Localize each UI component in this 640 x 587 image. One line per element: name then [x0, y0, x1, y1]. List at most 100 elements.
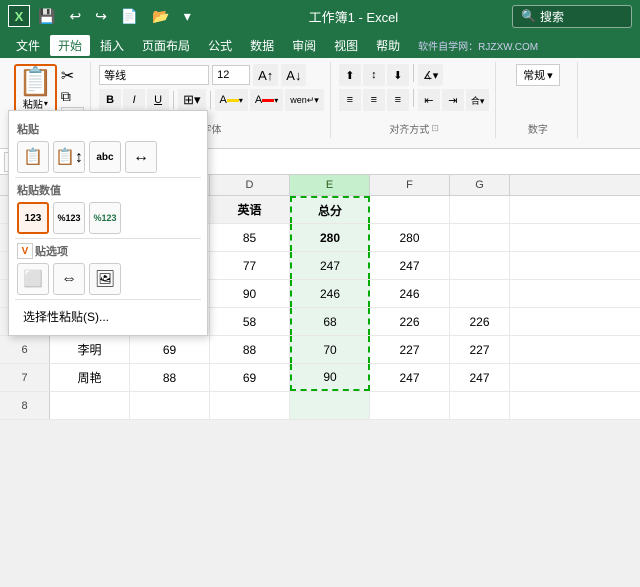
indent-increase-btn[interactable]: ⇥ — [442, 89, 464, 111]
copy-icon[interactable]: ⧉ — [61, 88, 84, 105]
cell-g8[interactable] — [450, 392, 510, 419]
cell-f4[interactable]: 246 — [370, 280, 450, 307]
toolbar-icon2[interactable]: 📂 — [148, 6, 173, 27]
menu-data[interactable]: 数据 — [242, 35, 282, 56]
fill-color-btn[interactable]: A ▾ — [215, 89, 248, 111]
menu-home[interactable]: 开始 — [50, 35, 90, 56]
paste-opt-2[interactable]: 📋↕ — [53, 141, 85, 173]
cell-g4[interactable] — [450, 280, 510, 307]
paste-big-icon[interactable]: 📋 — [18, 68, 53, 96]
paste-opt-no-border[interactable]: ⬜ — [17, 263, 49, 295]
cell-c8[interactable] — [130, 392, 210, 419]
paste-opt-3[interactable]: abc — [89, 141, 121, 173]
menu-help[interactable]: 帮助 — [368, 35, 408, 56]
cell-b8[interactable] — [50, 392, 130, 419]
paste-opt-transpose[interactable]: 🖼 — [89, 263, 121, 295]
col-header-e[interactable]: E — [290, 175, 370, 195]
cell-d6[interactable]: 88 — [210, 336, 290, 363]
cell-g7[interactable]: 247 — [450, 364, 510, 391]
font-selector[interactable] — [99, 65, 209, 85]
align-top-btn[interactable]: ⬆ — [339, 64, 361, 86]
align-right-btn[interactable]: ≡ — [387, 89, 409, 111]
paste-opt-col-width[interactable]: ⇔ — [53, 263, 85, 295]
cell-e3[interactable]: 247 — [290, 252, 370, 279]
border-btn[interactable]: ⊞▾ — [178, 89, 205, 111]
cell-g3[interactable] — [450, 252, 510, 279]
menu-website: 软件自学网：RJZXW.COM — [410, 36, 546, 55]
col-header-f[interactable]: F — [370, 175, 450, 195]
font-color-btn[interactable]: A ▾ — [250, 89, 283, 111]
cell-f2[interactable]: 280 — [370, 224, 450, 251]
underline-btn[interactable]: U — [147, 89, 169, 111]
redo-icon[interactable]: ↪ — [91, 6, 111, 27]
cell-e8[interactable] — [290, 392, 370, 419]
wrap-text-btn[interactable]: wen↵▾ — [285, 89, 324, 111]
cell-f8[interactable] — [370, 392, 450, 419]
search-placeholder: 搜索 — [540, 8, 564, 25]
menu-formula[interactable]: 公式 — [200, 35, 240, 56]
italic-btn[interactable]: I — [123, 89, 145, 111]
decrease-font-btn[interactable]: A↓ — [281, 64, 306, 86]
align-launcher-icon[interactable]: ⊡ — [431, 123, 439, 134]
cell-c6[interactable]: 69 — [130, 336, 210, 363]
cell-g6[interactable]: 227 — [450, 336, 510, 363]
cell-d3[interactable]: 77 — [210, 252, 290, 279]
indent-decrease-btn[interactable]: ⇤ — [418, 89, 440, 111]
align-left-btn[interactable]: ≡ — [339, 89, 361, 111]
font-size-selector[interactable] — [212, 65, 250, 85]
cell-c7[interactable]: 88 — [130, 364, 210, 391]
menu-page-layout[interactable]: 页面布局 — [134, 35, 198, 56]
increase-font-btn[interactable]: A↑ — [253, 64, 278, 86]
cell-b7[interactable]: 周艳 — [50, 364, 130, 391]
cell-f1[interactable] — [370, 196, 450, 223]
save-icon[interactable]: 💾 — [34, 6, 59, 27]
cell-g2[interactable] — [450, 224, 510, 251]
cell-e6[interactable]: 70 — [290, 336, 370, 363]
menu-view[interactable]: 视图 — [326, 35, 366, 56]
cell-d1[interactable]: 英语 — [210, 196, 290, 223]
text-angle-btn[interactable]: ∡▾ — [418, 64, 443, 86]
menu-file[interactable]: 文件 — [8, 35, 48, 56]
paste-opt-4[interactable]: ↔ — [125, 141, 157, 173]
number-format-selector[interactable]: 常规▾ — [516, 64, 560, 86]
ribbon: 📋 开始粘贴 ▾ ✂ ⧉ 🖌 剪贴板 A↑ A↓ B — [0, 58, 640, 149]
cell-e4[interactable]: 246 — [290, 280, 370, 307]
paste-label[interactable]: 开始粘贴 ▾ — [23, 96, 48, 111]
paste-opt-1[interactable]: 📋 — [17, 141, 49, 173]
align-center-btn[interactable]: ≡ — [363, 89, 385, 111]
cell-d4[interactable]: 90 — [210, 280, 290, 307]
cell-f5[interactable]: 226 — [370, 308, 450, 335]
cell-b6[interactable]: 李明 — [50, 336, 130, 363]
toolbar-icon1[interactable]: 📄 — [117, 6, 142, 27]
paste-val-opt-3[interactable]: %123 — [89, 202, 121, 234]
cut-icon[interactable]: ✂ — [61, 66, 84, 86]
cell-f3[interactable]: 247 — [370, 252, 450, 279]
cell-e2[interactable]: 280 — [290, 224, 370, 251]
cell-d7[interactable]: 69 — [210, 364, 290, 391]
undo-icon[interactable]: ↩ — [65, 6, 85, 27]
cell-d2[interactable]: 85 — [210, 224, 290, 251]
selective-paste-item[interactable]: 选择性粘贴(S)... — [15, 304, 201, 329]
cell-f7[interactable]: 247 — [370, 364, 450, 391]
paste-val-opt-1[interactable]: 123 — [17, 202, 49, 234]
menu-insert[interactable]: 插入 — [92, 35, 132, 56]
cell-f6[interactable]: 227 — [370, 336, 450, 363]
cell-e1[interactable]: 总分 — [290, 196, 370, 223]
number-group: 常规▾ 数字 — [498, 62, 578, 138]
paste-val-opt-2[interactable]: %123 — [53, 202, 85, 234]
cell-d8[interactable] — [210, 392, 290, 419]
toolbar-dropdown[interactable]: ▾ — [180, 6, 195, 27]
cell-e7[interactable]: 90 — [290, 364, 370, 391]
align-middle-btn[interactable]: ↕ — [363, 64, 385, 86]
align-bottom-btn[interactable]: ⬇ — [387, 64, 409, 86]
search-box[interactable]: 🔍 搜索 — [512, 5, 632, 28]
cell-e5[interactable]: 68 — [290, 308, 370, 335]
cell-d5[interactable]: 58 — [210, 308, 290, 335]
bold-btn[interactable]: B — [99, 89, 121, 111]
merge-center-btn[interactable]: 合▾ — [466, 89, 490, 111]
col-header-g[interactable]: G — [450, 175, 510, 195]
cell-g5[interactable]: 226 — [450, 308, 510, 335]
col-header-d[interactable]: D — [210, 175, 290, 195]
cell-g1[interactable] — [450, 196, 510, 223]
menu-review[interactable]: 审阅 — [284, 35, 324, 56]
